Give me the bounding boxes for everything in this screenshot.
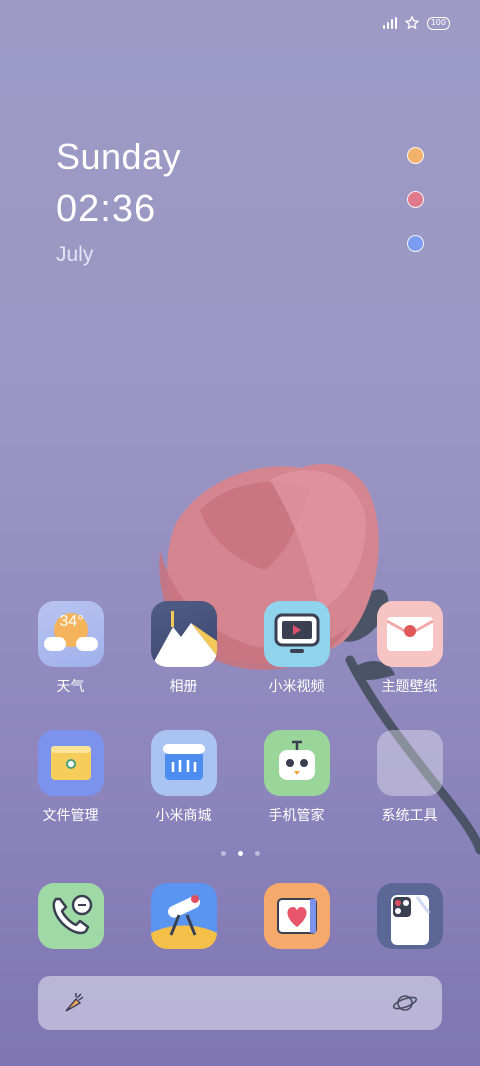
color-dot-orange[interactable]	[407, 147, 424, 164]
app-label: 文件管理	[42, 808, 99, 824]
security-icon	[263, 730, 330, 796]
color-dot-blue[interactable]	[407, 235, 424, 252]
app-gallery[interactable]: 相册	[127, 601, 240, 696]
app-browser[interactable]	[127, 883, 240, 949]
app-label: 天气	[56, 679, 85, 695]
search-bar[interactable]	[38, 976, 442, 1030]
app-label: 小米商城	[155, 808, 212, 824]
mi-store-icon	[150, 730, 217, 796]
page-dot-1[interactable]	[220, 851, 226, 856]
app-mi-video[interactable]: 小米视频	[240, 601, 353, 696]
app-label: 小米视频	[268, 679, 325, 695]
app-camera[interactable]	[353, 883, 466, 949]
app-label: 手机管家	[268, 808, 325, 824]
color-dot-pink[interactable]	[407, 191, 424, 208]
page-dot-2[interactable]	[237, 851, 243, 856]
battery-icon: 100	[426, 16, 450, 30]
app-label: 主题壁纸	[381, 679, 438, 695]
app-label: 相册	[169, 679, 198, 695]
file-manager-icon	[37, 730, 104, 796]
app-phone[interactable]	[14, 883, 127, 949]
system-tools-folder-icon	[376, 730, 443, 796]
weather-icon: 34°	[37, 601, 104, 667]
browser-icon	[150, 883, 217, 949]
app-row-1: 34° 天气 相册 小米视频 主题壁纸	[0, 601, 480, 696]
page-dot-3[interactable]	[254, 851, 260, 856]
app-label: 系统工具	[381, 808, 438, 824]
app-health[interactable]	[240, 883, 353, 949]
app-themes[interactable]: 主题壁纸	[353, 601, 466, 696]
page-indicator[interactable]	[0, 851, 480, 856]
clock-widget[interactable]: Sunday 02:36 July	[56, 136, 181, 267]
app-file-manager[interactable]: 文件管理	[14, 730, 127, 825]
status-bar: 100	[382, 14, 450, 32]
time-label: 02:36	[56, 188, 157, 230]
video-icon	[263, 601, 330, 667]
app-mi-store[interactable]: 小米商城	[127, 730, 240, 825]
dock	[0, 883, 480, 949]
app-weather[interactable]: 34° 天气	[14, 601, 127, 696]
phone-icon	[37, 883, 104, 949]
weather-temp: 34°	[59, 613, 84, 630]
carrot-icon[interactable]	[62, 991, 86, 1015]
color-dots	[407, 147, 424, 252]
gallery-icon	[150, 601, 217, 667]
battery-level: 100	[430, 17, 446, 27]
themes-icon	[376, 601, 443, 667]
signal-icon	[382, 17, 397, 29]
health-icon	[263, 883, 330, 949]
app-security[interactable]: 手机管家	[240, 730, 353, 825]
camera-icon	[376, 883, 443, 949]
app-row-2: 文件管理 小米商城 手机管家 系统工具	[0, 730, 480, 825]
month-label: July	[56, 243, 94, 266]
day-label: Sunday	[56, 136, 182, 177]
folder-system-tools[interactable]: 系统工具	[353, 730, 466, 825]
star-icon	[404, 16, 419, 30]
planet-icon[interactable]	[392, 991, 418, 1015]
